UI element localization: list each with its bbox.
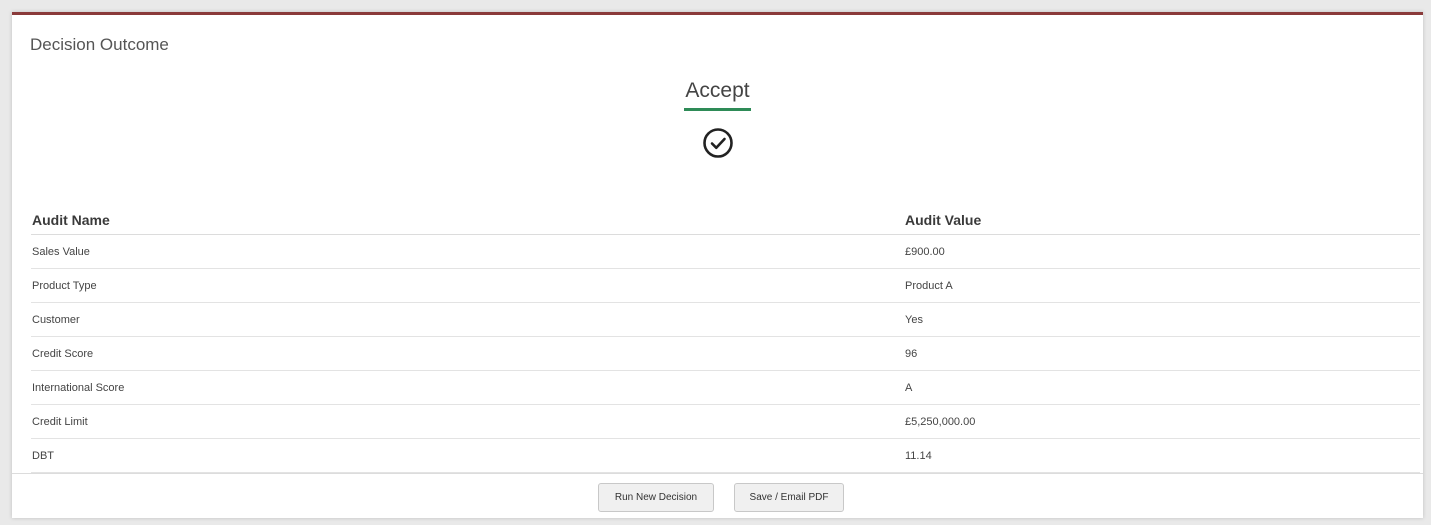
outcome-label: Accept: [684, 79, 751, 111]
column-header-audit-value: Audit Value: [905, 211, 982, 228]
audit-value-cell: Product A: [905, 279, 953, 292]
table-row: Credit Limit £5,250,000.00: [31, 405, 1420, 439]
audit-value-cell: 96: [905, 347, 918, 360]
column-header-audit-name: Audit Name: [32, 211, 110, 228]
action-footer: Run New Decision Save / Email PDF: [12, 473, 1423, 512]
audit-name-cell: International Score: [32, 381, 125, 394]
audit-name-cell: Customer: [32, 313, 80, 326]
audit-name-cell: DBT: [32, 449, 54, 462]
table-row: Credit Score 96: [31, 337, 1420, 371]
audit-name-cell: Product Type: [32, 279, 97, 292]
audit-table: Audit Name Audit Value Sales Value £900.0…: [31, 205, 1420, 473]
table-header-row: Audit Name Audit Value: [31, 205, 1420, 235]
outcome-section: Accept: [12, 79, 1423, 111]
table-row: DBT 11.14: [31, 439, 1420, 473]
table-row: International Score A: [31, 371, 1420, 405]
table-row: Product Type Product A: [31, 269, 1420, 303]
save-email-pdf-button[interactable]: Save / Email PDF: [734, 483, 844, 512]
run-new-decision-button[interactable]: Run New Decision: [598, 483, 714, 512]
panel-title: Decision Outcome: [30, 35, 169, 54]
audit-name-cell: Sales Value: [32, 245, 90, 258]
decision-outcome-panel: Decision Outcome Accept Audit Name Audit…: [12, 12, 1423, 518]
table-row: Customer Yes: [31, 303, 1420, 337]
action-buttons: Run New Decision Save / Email PDF: [598, 483, 844, 512]
audit-value-cell: A: [905, 381, 913, 394]
audit-value-cell: £5,250,000.00: [905, 415, 976, 428]
audit-value-cell: £900.00: [905, 245, 945, 258]
audit-name-cell: Credit Limit: [32, 415, 88, 428]
table-row: Sales Value £900.00: [31, 235, 1420, 269]
audit-value-cell: Yes: [905, 313, 923, 326]
audit-name-cell: Credit Score: [32, 347, 94, 360]
audit-value-cell: 11.14: [905, 449, 932, 462]
check-circle-icon: [702, 128, 733, 158]
